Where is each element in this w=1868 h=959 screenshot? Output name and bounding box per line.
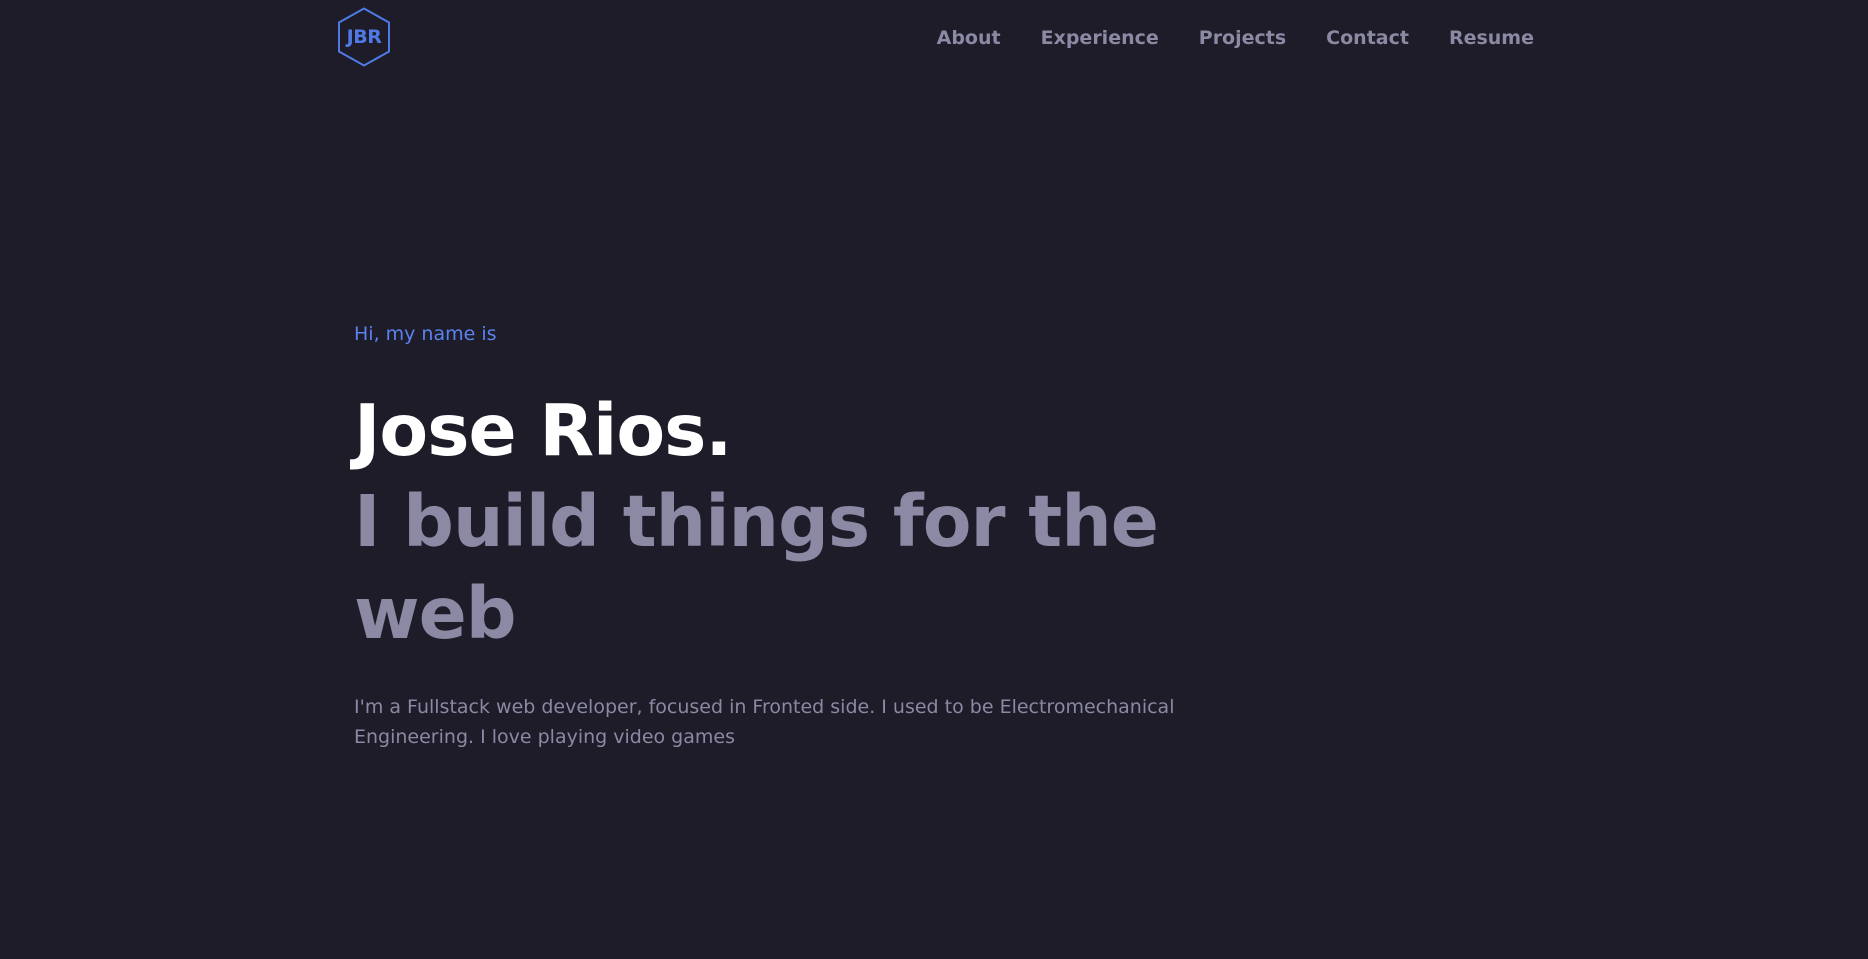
page: JBR About Experience Projects Contact Re… xyxy=(0,0,1868,959)
hero-section: Hi, my name is Jose Rios. I build things… xyxy=(354,318,1314,752)
nav-link-resume[interactable]: Resume xyxy=(1449,22,1534,54)
logo-text: JBR xyxy=(346,26,382,48)
hero-name: Jose Rios. xyxy=(354,389,732,472)
nav-link-projects[interactable]: Projects xyxy=(1199,22,1286,54)
hero-greeting: Hi, my name is xyxy=(354,323,497,345)
nav-link-experience[interactable]: Experience xyxy=(1041,22,1159,54)
hero-tagline: I build things for the web xyxy=(354,480,1159,655)
nav-link-contact[interactable]: Contact xyxy=(1326,22,1409,54)
home-logo-link[interactable]: JBR xyxy=(337,7,391,67)
nav-link-about[interactable]: About xyxy=(937,22,1001,54)
main-nav: About Experience Projects Contact Resume xyxy=(937,22,1534,54)
hero-bio: I'm a Fullstack web developer, focused i… xyxy=(354,696,1175,748)
